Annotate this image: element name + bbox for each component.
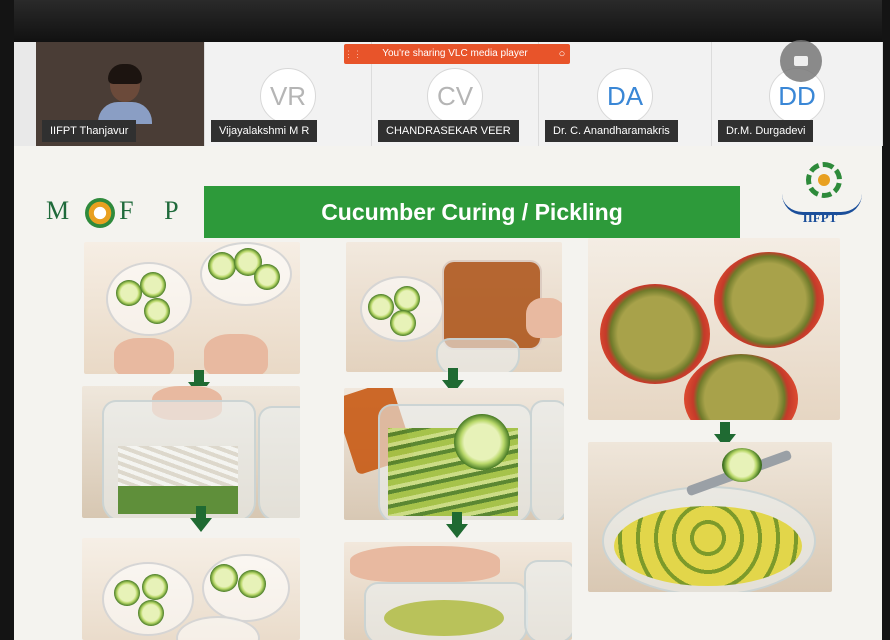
share-banner-text: You're sharing VLC media player xyxy=(382,48,528,59)
photo-pickle-jar-fork xyxy=(588,442,832,592)
camera-icon xyxy=(794,56,808,66)
monitor-frame: IIFPT Thanjavur VR Vijayalakshmi M R CV … xyxy=(0,0,890,640)
participant-avatar: VR xyxy=(260,68,316,124)
screen-share-banner[interactable]: ⋮⋮ You're sharing VLC media player ○ xyxy=(344,44,570,64)
participant-name: CHANDRASEKAR VEER xyxy=(378,120,519,142)
participant-video-feed xyxy=(96,64,156,124)
step-arrow-icon xyxy=(446,512,468,538)
photo-slicing-cucumbers xyxy=(84,242,300,374)
participant-avatar: CV xyxy=(427,68,483,124)
photo-cured-cucumbers-red-bowls xyxy=(588,238,840,420)
flower-emblem-icon xyxy=(85,198,116,229)
participant-name: Vijayalakshmi M R xyxy=(211,120,318,142)
photo-sliced-cucumbers-bowls xyxy=(82,538,300,640)
monitor-bezel-right xyxy=(882,0,890,640)
participant-tile-video[interactable]: IIFPT Thanjavur xyxy=(36,42,205,146)
slide-title: Cucumber Curing / Pickling xyxy=(204,186,740,238)
stop-share-icon[interactable]: ○ xyxy=(554,44,570,64)
monitor-bezel-left xyxy=(0,0,14,640)
step-arrow-icon xyxy=(190,506,212,532)
photo-pouring-brine xyxy=(346,242,562,372)
participant-name: IIFPT Thanjavur xyxy=(42,120,137,142)
monitor-bezel-top xyxy=(0,0,890,42)
participant-avatar: DA xyxy=(597,68,653,124)
gear-emblem-icon xyxy=(806,162,842,198)
photo-jar-with-onions xyxy=(82,386,300,518)
mofpi-logo: MF P I xyxy=(46,196,229,229)
participant-name: Dr.M. Durgadevi xyxy=(718,120,814,142)
photo-sealing-jar xyxy=(344,542,572,640)
presentation-slide: MF P I Cucumber Curing / Pickling IIFPT xyxy=(14,146,882,640)
iifpt-logo: IIFPT xyxy=(772,160,868,230)
participant-name: Dr. C. Anandharamakris xyxy=(545,120,678,142)
drag-handle-icon[interactable]: ⋮⋮ xyxy=(344,44,362,64)
camera-toggle-button[interactable] xyxy=(780,40,822,82)
photo-filling-jar-brine xyxy=(344,388,564,520)
